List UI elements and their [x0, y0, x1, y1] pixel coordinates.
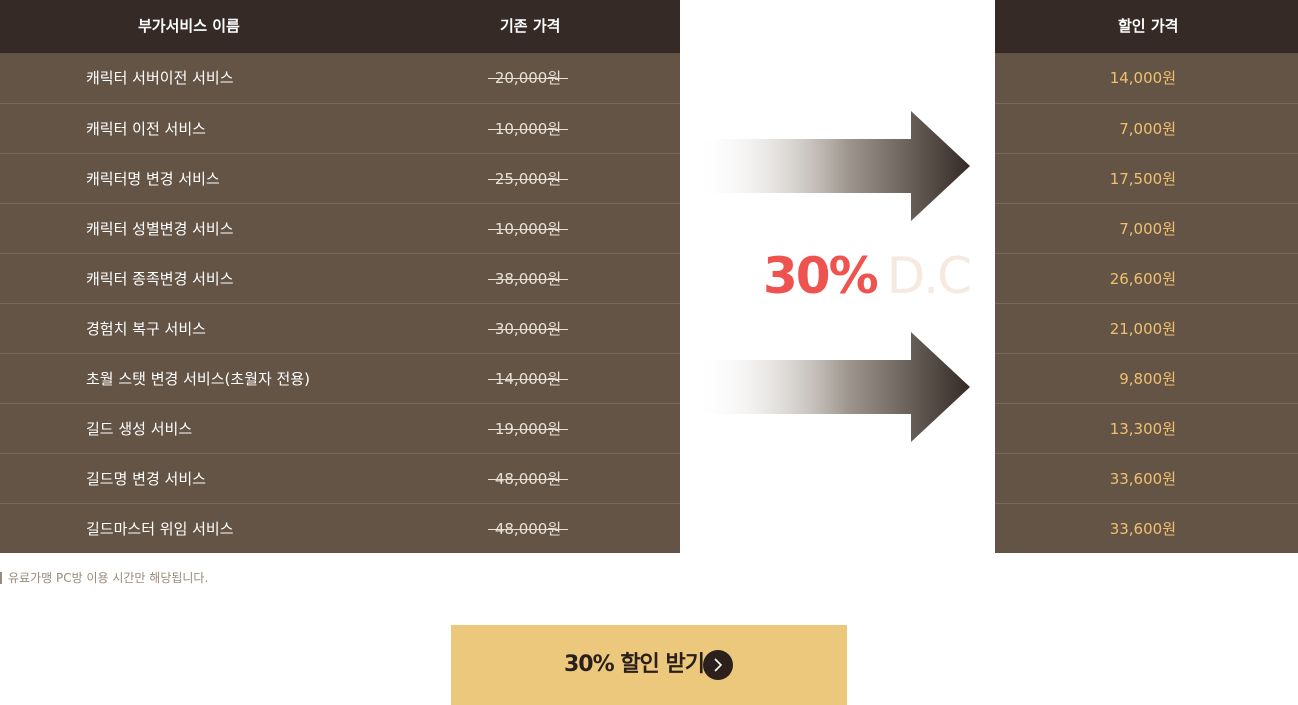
original-price: 20,000원: [488, 53, 568, 103]
table-row: 캐릭터명 변경 서비스 25,000원: [0, 153, 680, 203]
service-name: 길드명 변경 서비스: [86, 470, 206, 488]
discount-percent: 30%: [763, 247, 879, 305]
service-name: 캐릭터명 변경 서비스: [86, 170, 220, 188]
service-name: 길드 생성 서비스: [86, 420, 193, 438]
header-service-name: 부가서비스 이름: [138, 17, 240, 35]
table-row: 7,000원: [995, 103, 1298, 153]
original-price: 30,000원: [488, 304, 568, 354]
note-marker: [0, 572, 2, 584]
price-table-left: 부가서비스 이름 기존 가격 캐릭터 서버이전 서비스 20,000원 캐릭터 이전…: [0, 0, 680, 553]
table-row: 캐릭터 이전 서비스 10,000원: [0, 103, 680, 153]
discount-dc-label: D.C: [886, 247, 972, 305]
table-header-right: 할인 가격: [995, 0, 1298, 53]
discount-rate-display: 30% D.C: [763, 245, 972, 307]
table-row: 길드 생성 서비스 19,000원: [0, 403, 680, 453]
table-body-left: 캐릭터 서버이전 서비스 20,000원 캐릭터 이전 서비스 10,000원 캐릭터명…: [0, 53, 680, 553]
service-name: 캐릭터 종족변경 서비스: [86, 270, 234, 288]
table-row: 경험치 복구 서비스 30,000원: [0, 303, 680, 353]
table-row: 13,300원: [995, 403, 1298, 453]
discount-price: 7,000원: [1119, 120, 1176, 138]
discount-price: 33,600원: [1109, 520, 1176, 538]
table-row: 캐릭터 종족변경 서비스 38,000원: [0, 253, 680, 303]
discount-price: 33,600원: [1109, 470, 1176, 488]
table-row: 캐릭터 성별변경 서비스 10,000원: [0, 203, 680, 253]
arrow-right-icon: [695, 332, 970, 442]
table-header-left: 부가서비스 이름 기존 가격: [0, 0, 680, 53]
header-original-price: 기존 가격: [500, 17, 561, 35]
note-text: 유료가맹 PC방 이용 시간만 해당됩니다.: [8, 571, 209, 585]
chevron-right-icon: [703, 650, 733, 680]
discount-price: 21,000원: [1109, 320, 1176, 338]
table-row: 17,500원: [995, 153, 1298, 203]
service-name: 길드마스터 위임 서비스: [86, 520, 234, 538]
original-price: 25,000원: [488, 154, 568, 204]
discount-price: 17,500원: [1109, 170, 1176, 188]
header-discount-price: 할인 가격: [1118, 17, 1179, 35]
discount-price: 14,000원: [1109, 69, 1176, 87]
original-price: 10,000원: [488, 104, 568, 154]
table-row: 길드명 변경 서비스 48,000원: [0, 453, 680, 503]
table-row: 9,800원: [995, 353, 1298, 403]
original-price: 14,000원: [488, 354, 568, 404]
discount-price: 26,600원: [1109, 270, 1176, 288]
table-row: 26,600원: [995, 253, 1298, 303]
table-row: 14,000원: [995, 53, 1298, 103]
original-price: 10,000원: [488, 204, 568, 254]
service-name: 경험치 복구 서비스: [86, 320, 206, 338]
price-table-right: 할인 가격 14,000원 7,000원 17,500원 7,000원 26,600원 2…: [995, 0, 1298, 553]
discount-price: 9,800원: [1119, 370, 1176, 388]
table-row: 21,000원: [995, 303, 1298, 353]
get-discount-button[interactable]: 30% 할인 받기: [451, 625, 847, 705]
original-price: 19,000원: [488, 404, 568, 454]
original-price: 48,000원: [488, 454, 568, 504]
table-body-right: 14,000원 7,000원 17,500원 7,000원 26,600원 21,000원…: [995, 53, 1298, 553]
service-name: 캐릭터 서버이전 서비스: [86, 69, 234, 87]
arrow-right-icon: [695, 111, 970, 221]
table-row: 길드마스터 위임 서비스 48,000원: [0, 503, 680, 553]
table-row: 캐릭터 서버이전 서비스 20,000원: [0, 53, 680, 103]
get-discount-label: 30% 할인 받기: [564, 652, 705, 677]
table-row: 33,600원: [995, 503, 1298, 553]
service-name: 캐릭터 이전 서비스: [86, 120, 206, 138]
service-name: 초월 스탯 변경 서비스(초월자 전용): [86, 370, 310, 388]
original-price: 48,000원: [488, 504, 568, 554]
service-name: 캐릭터 성별변경 서비스: [86, 220, 234, 238]
table-row: 33,600원: [995, 453, 1298, 503]
table-row: 7,000원: [995, 203, 1298, 253]
discount-price: 7,000원: [1119, 220, 1176, 238]
original-price: 38,000원: [488, 254, 568, 304]
discount-price: 13,300원: [1109, 420, 1176, 438]
table-row: 초월 스탯 변경 서비스(초월자 전용) 14,000원: [0, 353, 680, 403]
